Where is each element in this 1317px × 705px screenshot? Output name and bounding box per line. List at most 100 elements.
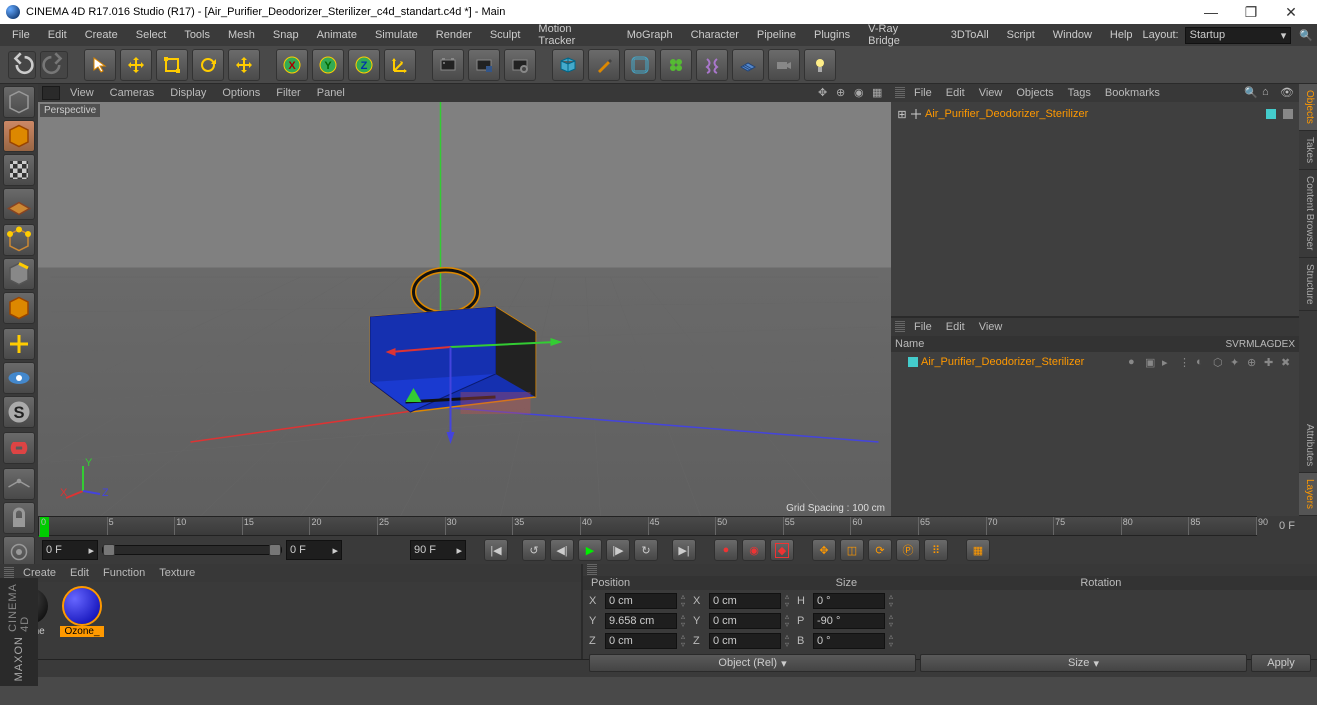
mat-menu-function[interactable]: Function: [96, 566, 152, 580]
tweak-button[interactable]: [3, 468, 35, 500]
menu-plugins[interactable]: Plugins: [806, 27, 858, 43]
menu-snap[interactable]: Snap: [265, 27, 307, 43]
side-tab-objects[interactable]: Objects: [1299, 84, 1317, 131]
range-end-field[interactable]: 90 F▸: [410, 540, 466, 560]
spinner-icon[interactable]: ▵▿: [785, 633, 793, 649]
material-list[interactable]: OzoneOzone_: [0, 582, 581, 659]
size-x-field[interactable]: 0 cm: [709, 593, 781, 609]
spinner-icon[interactable]: ▵▿: [889, 593, 897, 609]
rotate-tool[interactable]: [192, 49, 224, 81]
layer-color-swatch[interactable]: [908, 357, 918, 367]
vp-rotate-icon[interactable]: ◉: [854, 86, 868, 100]
layer-flag-icon[interactable]: ✚: [1264, 356, 1278, 369]
x-axis-lock[interactable]: X: [276, 49, 308, 81]
key-param-button[interactable]: Ⓟ: [896, 539, 920, 561]
move-tool[interactable]: [120, 49, 152, 81]
panel-grip-icon[interactable]: [895, 321, 905, 333]
menu-simulate[interactable]: Simulate: [367, 27, 426, 43]
object-name[interactable]: Air_Purifier_Deodorizer_Sterilizer: [925, 108, 1088, 120]
minimize-button[interactable]: —: [1191, 4, 1231, 20]
layer-flag-icon[interactable]: ●: [1128, 356, 1142, 368]
subdivision-button[interactable]: [624, 49, 656, 81]
key-scale-button[interactable]: ◫: [840, 539, 864, 561]
y-axis-lock[interactable]: Y: [312, 49, 344, 81]
range-start-field[interactable]: 0 F▸: [286, 540, 342, 560]
side-tab-takes[interactable]: Takes: [1299, 131, 1317, 170]
menu-3dtoall[interactable]: 3DToAll: [943, 27, 997, 43]
layout-dropdown[interactable]: Startup▾: [1185, 27, 1292, 44]
layer-flag-icon[interactable]: ▸: [1162, 356, 1176, 369]
obj-menu-view[interactable]: View: [972, 86, 1010, 100]
material-preview[interactable]: [64, 588, 100, 624]
cube-primitive-button[interactable]: [552, 49, 584, 81]
spinner-icon[interactable]: ▵▿: [889, 613, 897, 629]
layer-name[interactable]: Air_Purifier_Deodorizer_Sterilizer: [921, 356, 1084, 368]
menu-script[interactable]: Script: [999, 27, 1043, 43]
mat-menu-edit[interactable]: Edit: [63, 566, 96, 580]
layer-row[interactable]: Air_Purifier_Deodorizer_Sterilizer ● ▣ ▸…: [895, 354, 1295, 370]
menu-mesh[interactable]: Mesh: [220, 27, 263, 43]
array-button[interactable]: [660, 49, 692, 81]
size-z-field[interactable]: 0 cm: [709, 633, 781, 649]
side-tab-structure[interactable]: Structure: [1299, 258, 1317, 312]
obj-menu-tags[interactable]: Tags: [1061, 86, 1098, 100]
layer-flag-icon[interactable]: ⬡: [1213, 356, 1227, 369]
make-editable-button[interactable]: [3, 86, 35, 118]
layer-flag-icon[interactable]: ⊕: [1247, 356, 1261, 369]
last-tool[interactable]: [228, 49, 260, 81]
points-mode-button[interactable]: [3, 224, 35, 256]
lock-button[interactable]: [3, 502, 35, 534]
vp-menu-options[interactable]: Options: [214, 86, 268, 100]
menu-sculpt[interactable]: Sculpt: [482, 27, 529, 43]
spinner-icon[interactable]: ▵▿: [785, 593, 793, 609]
expand-icon[interactable]: ⊞: [897, 108, 907, 121]
layer-flag-icon[interactable]: ✦: [1230, 356, 1244, 369]
render-settings-button[interactable]: [504, 49, 536, 81]
attr-menu-edit[interactable]: Edit: [939, 320, 972, 334]
light-button[interactable]: [804, 49, 836, 81]
current-frame-field[interactable]: 0 F▸: [42, 540, 98, 560]
search-icon[interactable]: 🔍: [1299, 29, 1313, 42]
spinner-icon[interactable]: ▵▿: [681, 593, 689, 609]
menu-pipeline[interactable]: Pipeline: [749, 27, 804, 43]
menu-character[interactable]: Character: [683, 27, 747, 43]
attr-menu-file[interactable]: File: [907, 320, 939, 334]
redo-button[interactable]: [40, 51, 68, 79]
rotation-p-field[interactable]: -90 °: [813, 613, 885, 629]
layer-flag-icon[interactable]: ▣: [1145, 356, 1159, 369]
vp-menu-filter[interactable]: Filter: [268, 86, 308, 100]
vp-menu-view[interactable]: View: [62, 86, 102, 100]
viewport-3d[interactable]: Perspective: [38, 102, 891, 516]
axis-gizmo[interactable]: X Y Z: [58, 456, 108, 506]
menu-tools[interactable]: Tools: [176, 27, 218, 43]
range-slider[interactable]: [102, 545, 282, 555]
object-manager[interactable]: ⊞ Air_Purifier_Deodorizer_Sterilizer: [891, 102, 1299, 316]
snap-toggle-button[interactable]: S: [3, 396, 35, 428]
layer-flag-icon[interactable]: ⋮: [1179, 356, 1193, 369]
menu-create[interactable]: Create: [77, 27, 126, 43]
timeline-settings-button[interactable]: ▦: [966, 539, 990, 561]
apply-button[interactable]: Apply: [1251, 654, 1311, 672]
menu-file[interactable]: File: [4, 27, 38, 43]
coord-system-button[interactable]: [384, 49, 416, 81]
goto-end-button[interactable]: ▶|: [672, 539, 696, 561]
spinner-icon[interactable]: ▵▿: [681, 633, 689, 649]
keyframe-button[interactable]: ◆: [770, 539, 794, 561]
next-frame-button[interactable]: |▶: [606, 539, 630, 561]
model-mode-button[interactable]: [3, 120, 35, 152]
rotation-h-field[interactable]: 0 °: [813, 593, 885, 609]
timeline-ruler[interactable]: 051015202530354045505560657075808590: [38, 516, 1257, 536]
spline-pen-button[interactable]: [588, 49, 620, 81]
size-y-field[interactable]: 0 cm: [709, 613, 781, 629]
prev-frame-button[interactable]: ◀|: [550, 539, 574, 561]
next-key-button[interactable]: ↻: [634, 539, 658, 561]
vp-zoom-icon[interactable]: ⊕: [836, 86, 850, 100]
menu-select[interactable]: Select: [128, 27, 175, 43]
spinner-icon[interactable]: ▵▿: [889, 633, 897, 649]
side-tab-attributes[interactable]: Attributes: [1299, 418, 1317, 473]
render-pv-button[interactable]: [468, 49, 500, 81]
texture-mode-button[interactable]: [3, 154, 35, 186]
camera-button[interactable]: [768, 49, 800, 81]
obj-menu-file[interactable]: File: [907, 86, 939, 100]
polygons-mode-button[interactable]: [3, 292, 35, 324]
